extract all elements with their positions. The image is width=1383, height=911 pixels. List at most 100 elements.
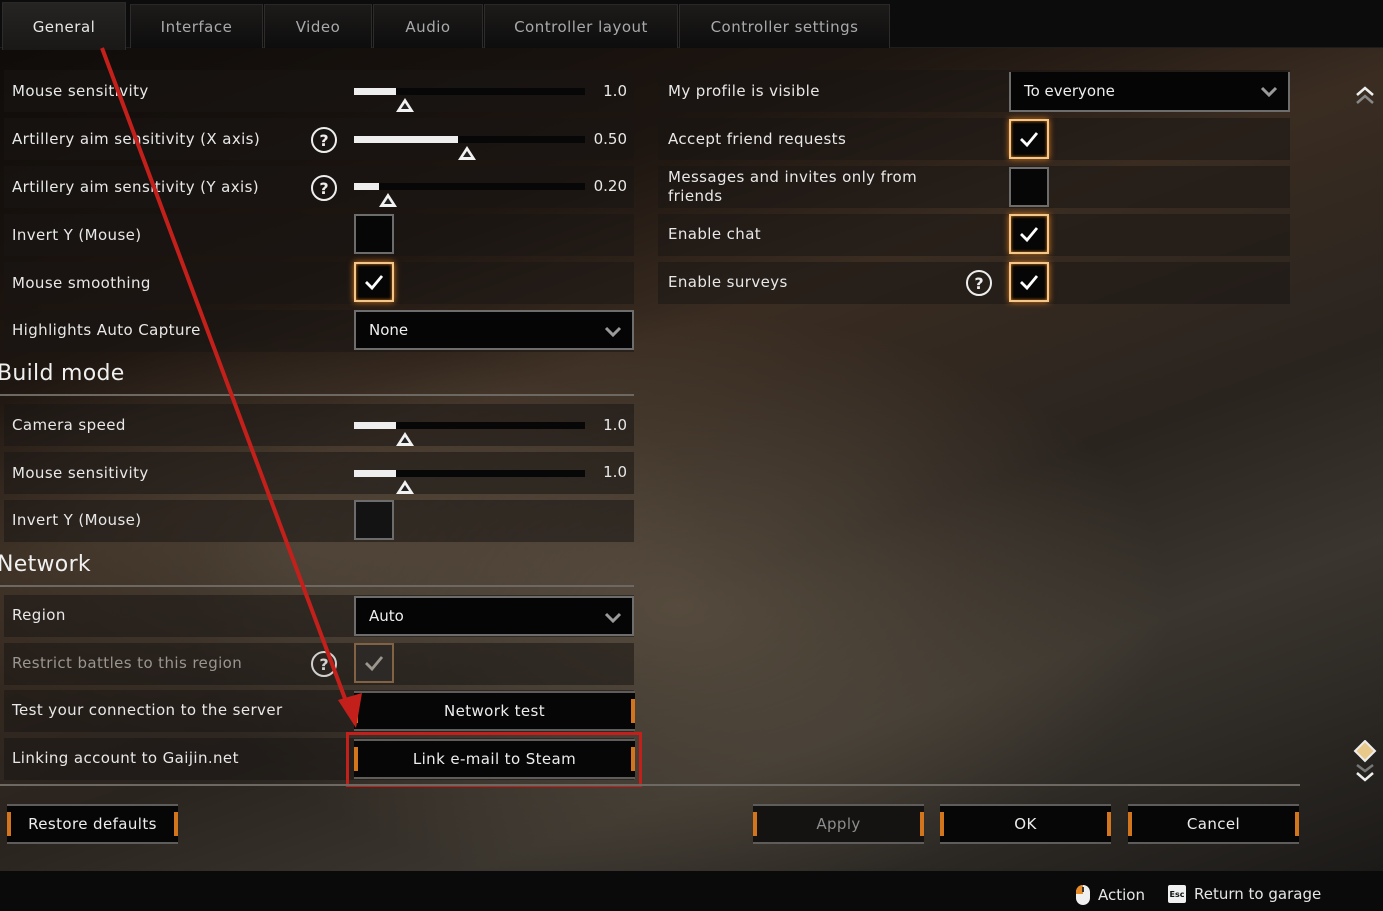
apply-button[interactable]: Apply	[753, 804, 924, 844]
highlights-dropdown[interactable]: None	[354, 310, 634, 350]
tab-label: Audio	[405, 17, 451, 36]
setting-label: Mouse smoothing	[12, 274, 151, 292]
invert-y-checkbox[interactable]	[354, 214, 394, 254]
setting-label: Artillery aim sensitivity (Y axis)	[12, 178, 260, 196]
setting-label: Enable surveys	[668, 273, 788, 291]
mouse-sensitivity-slider[interactable]	[354, 88, 585, 95]
dropdown-value: None	[369, 321, 409, 339]
help-glyph: ?	[319, 178, 329, 198]
build-invert-y-checkbox[interactable]	[354, 500, 394, 540]
dropdown-value: Auto	[369, 607, 404, 625]
return-to-garage-hint[interactable]: Esc Return to garage	[1168, 885, 1321, 903]
return-hint-label: Return to garage	[1194, 885, 1322, 903]
tab-label: Video	[295, 17, 341, 36]
camera-speed-slider[interactable]	[354, 422, 585, 429]
setting-label: Mouse sensitivity	[12, 464, 149, 482]
setting-label: Test your connection to the server	[12, 701, 283, 719]
slider-value: 1.0	[603, 463, 627, 481]
annotation-highlight-box	[346, 732, 642, 787]
help-glyph: ?	[319, 130, 329, 150]
checkmark-icon	[365, 275, 384, 291]
section-divider	[0, 585, 634, 587]
enable-surveys-checkbox[interactable]	[1009, 262, 1049, 302]
slider-fill	[354, 470, 396, 477]
setting-row-enable-chat: Enable chat	[658, 214, 1290, 256]
tab-video[interactable]: Video	[264, 4, 372, 48]
tab-label: General	[32, 17, 96, 36]
setting-label: Invert Y (Mouse)	[12, 511, 142, 529]
tab-label: Controller layout	[514, 17, 648, 36]
artillery-x-slider[interactable]	[354, 136, 585, 143]
slider-thumb[interactable]	[379, 193, 398, 207]
setting-row-messages-friends: Messages and invites only from friends	[658, 166, 1290, 208]
help-glyph: ?	[974, 273, 984, 293]
setting-label: Artillery aim sensitivity (X axis)	[12, 130, 261, 148]
setting-label: Accept friend requests	[668, 130, 847, 148]
build-mouse-sensitivity-slider[interactable]	[354, 470, 585, 477]
tab-bar: General Interface Video Audio Controller…	[0, 0, 1383, 50]
checkmark-icon	[365, 656, 384, 672]
tab-general[interactable]: General	[2, 2, 126, 50]
setting-row-invert-y: Invert Y (Mouse)	[4, 214, 634, 256]
chevron-down-icon	[604, 326, 622, 338]
action-hint-label: Action	[1098, 886, 1145, 904]
setting-row-build-invert-y: Invert Y (Mouse)	[4, 500, 634, 542]
region-dropdown[interactable]: Auto	[354, 596, 634, 636]
setting-row-mouse-smoothing: Mouse smoothing	[4, 262, 634, 304]
setting-label: Mouse sensitivity	[12, 82, 149, 100]
help-icon[interactable]: ?	[966, 270, 992, 296]
bottom-divider	[0, 784, 1300, 786]
scroll-position-marker-icon[interactable]	[1353, 740, 1377, 784]
setting-label: Highlights Auto Capture	[12, 321, 201, 339]
restrict-region-checkbox[interactable]	[354, 643, 394, 683]
messages-friends-checkbox[interactable]	[1009, 167, 1049, 207]
slider-thumb[interactable]	[395, 98, 414, 112]
cancel-button[interactable]: Cancel	[1128, 804, 1299, 844]
slider-value: 0.50	[593, 130, 627, 148]
chevron-down-icon	[604, 612, 622, 624]
section-title-build-mode: Build mode	[0, 361, 125, 386]
slider-fill	[354, 136, 458, 143]
checkmark-icon	[1020, 132, 1039, 148]
tab-label: Interface	[160, 17, 233, 36]
setting-label: Restrict battles to this region	[12, 654, 243, 672]
tab-controller-layout[interactable]: Controller layout	[484, 4, 678, 48]
restore-defaults-button[interactable]: Restore defaults	[7, 804, 178, 844]
slider-thumb[interactable]	[395, 432, 414, 446]
enable-chat-checkbox[interactable]	[1009, 214, 1049, 254]
profile-visibility-dropdown[interactable]: To everyone	[1009, 72, 1290, 112]
help-icon[interactable]: ?	[311, 175, 337, 201]
setting-label: Linking account to Gaijin.net	[12, 749, 239, 767]
dropdown-value: To everyone	[1024, 82, 1115, 100]
setting-label: My profile is visible	[668, 82, 820, 100]
help-glyph: ?	[319, 654, 329, 674]
network-test-button[interactable]: Network test	[354, 691, 635, 731]
tab-controller-settings[interactable]: Controller settings	[679, 4, 890, 48]
slider-fill	[354, 183, 380, 190]
slider-fill	[354, 422, 396, 429]
help-icon[interactable]: ?	[311, 127, 337, 153]
checkmark-icon	[1020, 275, 1039, 291]
slider-value: 1.0	[603, 82, 627, 100]
accept-friends-checkbox[interactable]	[1009, 119, 1049, 159]
chevron-down-icon	[1260, 86, 1278, 98]
action-hint: Action	[1076, 885, 1145, 905]
tab-audio[interactable]: Audio	[373, 4, 483, 48]
slider-value: 0.20	[593, 177, 627, 195]
mouse-smoothing-checkbox[interactable]	[354, 262, 394, 302]
slider-value: 1.0	[603, 416, 627, 434]
section-title-network: Network	[0, 552, 91, 577]
slider-thumb[interactable]	[457, 146, 476, 160]
tab-label: Controller settings	[710, 17, 859, 36]
scroll-to-top-icon[interactable]	[1354, 85, 1376, 107]
checkmark-icon	[1020, 227, 1039, 243]
ok-button[interactable]: OK	[940, 804, 1111, 844]
help-icon[interactable]: ?	[311, 651, 337, 677]
setting-row-accept-friends: Accept friend requests	[658, 118, 1290, 160]
artillery-y-slider[interactable]	[354, 183, 585, 190]
slider-fill	[354, 88, 396, 95]
mouse-left-click-icon	[1076, 885, 1090, 905]
tab-interface[interactable]: Interface	[130, 4, 263, 48]
slider-thumb[interactable]	[395, 480, 414, 494]
setting-label: Camera speed	[12, 416, 126, 434]
